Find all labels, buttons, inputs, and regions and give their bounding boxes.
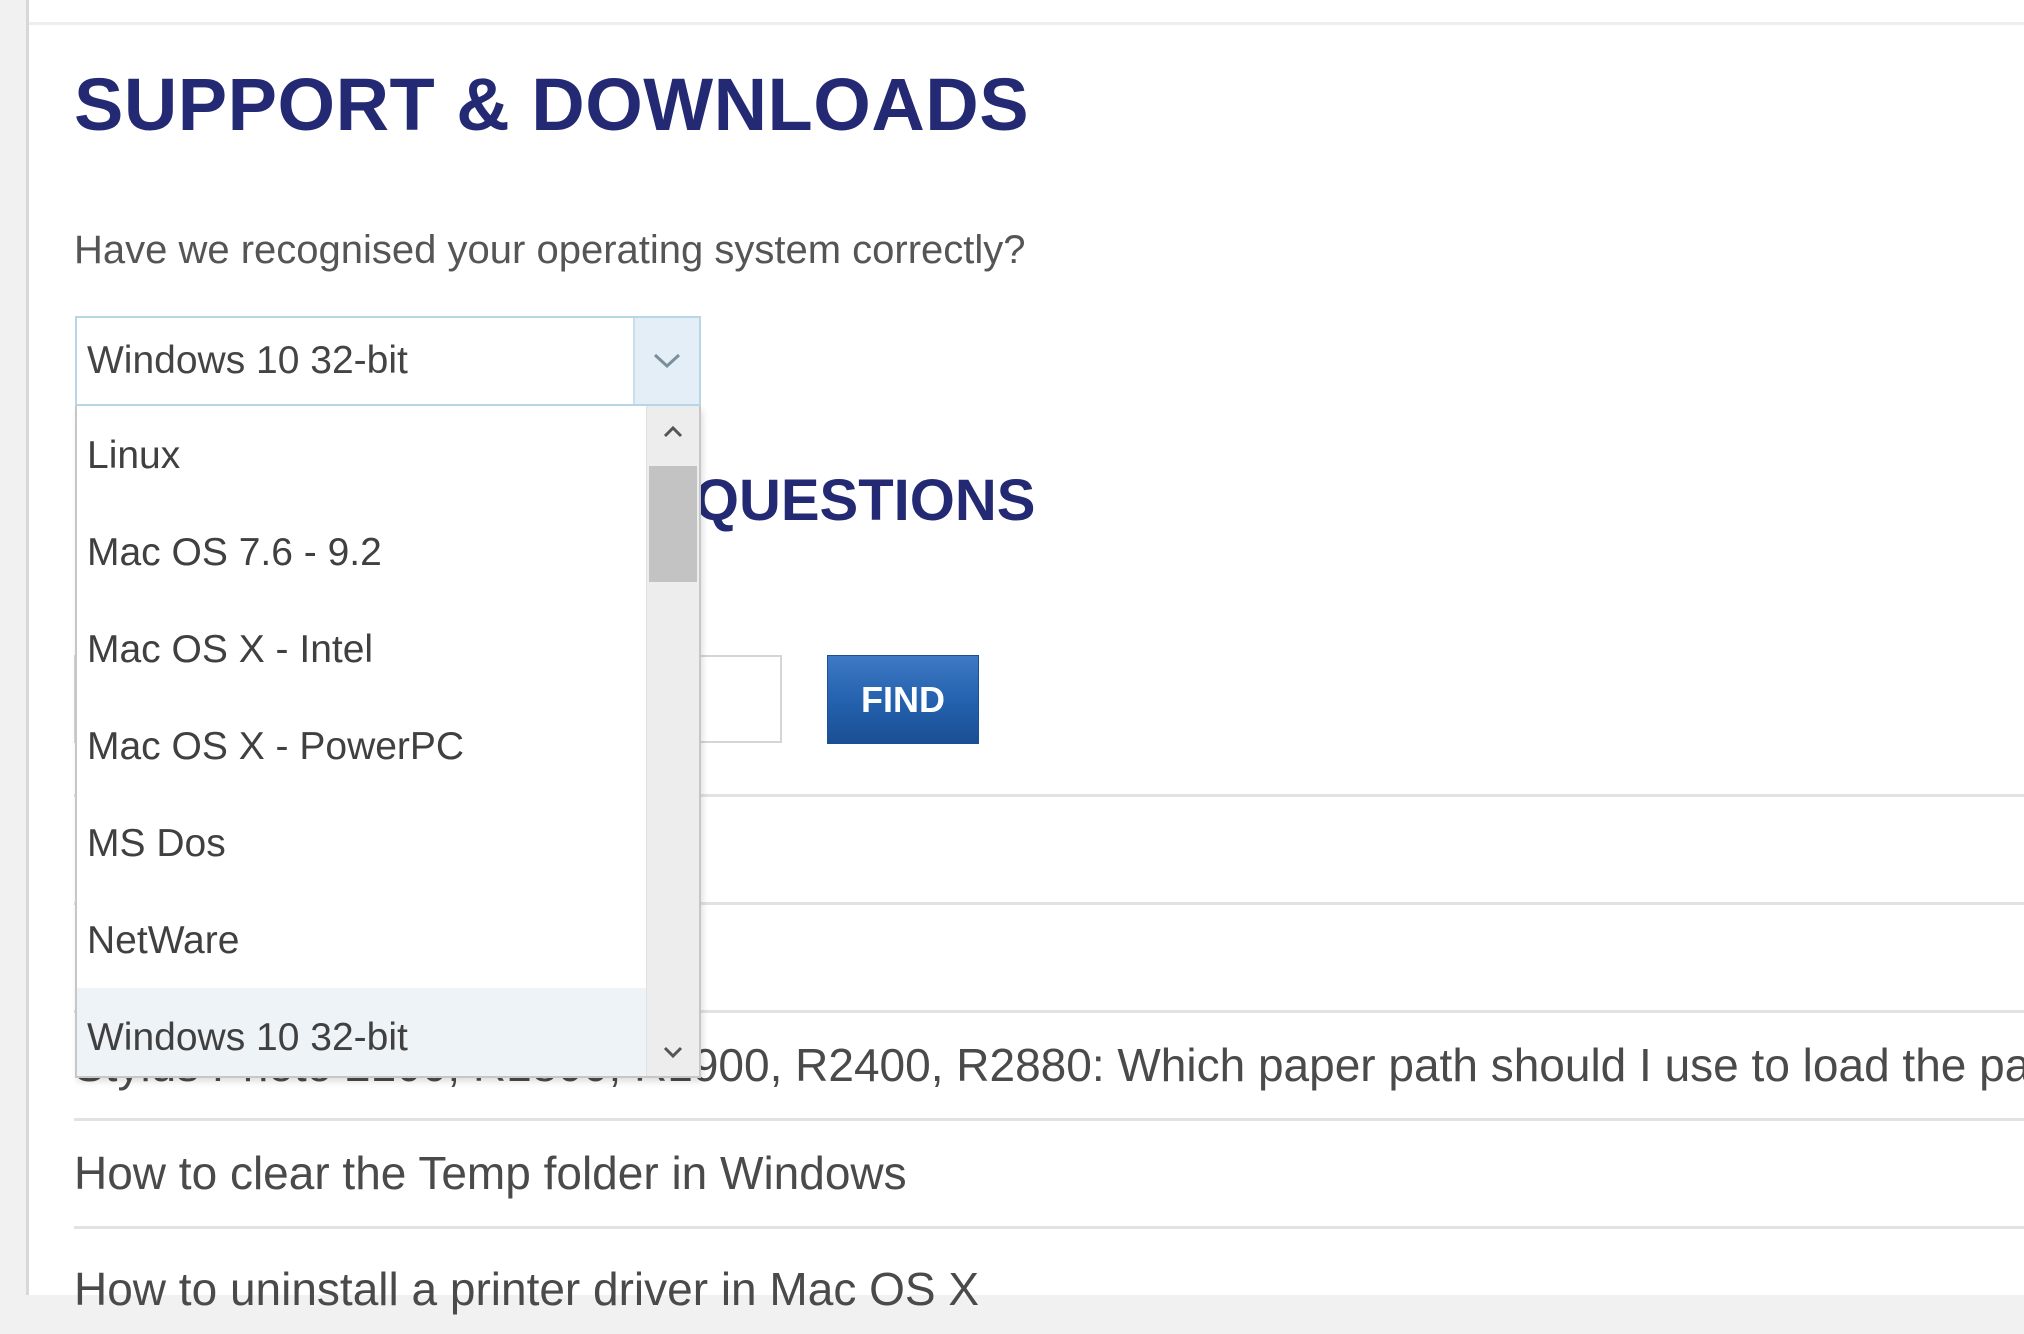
os-dropdown-list: Linux Mac OS 7.6 - 9.2 Mac OS X - Intel … bbox=[75, 406, 701, 1078]
top-divider bbox=[29, 22, 2024, 25]
chevron-down-icon[interactable] bbox=[647, 1026, 699, 1076]
os-select-value: Windows 10 32-bit bbox=[87, 339, 408, 382]
chevron-up-icon[interactable] bbox=[647, 406, 699, 458]
os-option-windows-10-32[interactable]: Windows 10 32-bit bbox=[77, 988, 649, 1076]
os-option-mac-os-x-intel[interactable]: Mac OS X - Intel bbox=[77, 600, 649, 697]
chevron-down-icon[interactable] bbox=[633, 318, 699, 404]
os-option-netware[interactable]: NetWare bbox=[77, 891, 649, 988]
os-option-mac-os-x-powerpc[interactable]: Mac OS X - PowerPC bbox=[77, 697, 649, 794]
faq-item[interactable]: How to clear the Temp folder in Windows bbox=[74, 1118, 2024, 1226]
page-panel: SUPPORT & DOWNLOADS Have we recognised y… bbox=[26, 0, 2024, 1315]
os-option-ms-dos[interactable]: MS Dos bbox=[77, 794, 649, 891]
os-option-linux[interactable]: Linux bbox=[77, 406, 649, 503]
find-button[interactable]: FIND bbox=[827, 655, 979, 744]
os-select[interactable]: Windows 10 32-bit bbox=[75, 316, 701, 406]
faq-item[interactable]: How to uninstall a printer driver in Mac… bbox=[74, 1226, 2024, 1334]
os-option-list: Linux Mac OS 7.6 - 9.2 Mac OS X - Intel … bbox=[77, 406, 649, 1076]
os-option-mac-os-7[interactable]: Mac OS 7.6 - 9.2 bbox=[77, 503, 649, 600]
dropdown-scrollbar[interactable] bbox=[646, 406, 699, 1076]
scrollbar-thumb[interactable] bbox=[649, 466, 697, 582]
os-question-text: Have we recognised your operating system… bbox=[74, 228, 1026, 272]
page-title: SUPPORT & DOWNLOADS bbox=[74, 63, 1030, 146]
